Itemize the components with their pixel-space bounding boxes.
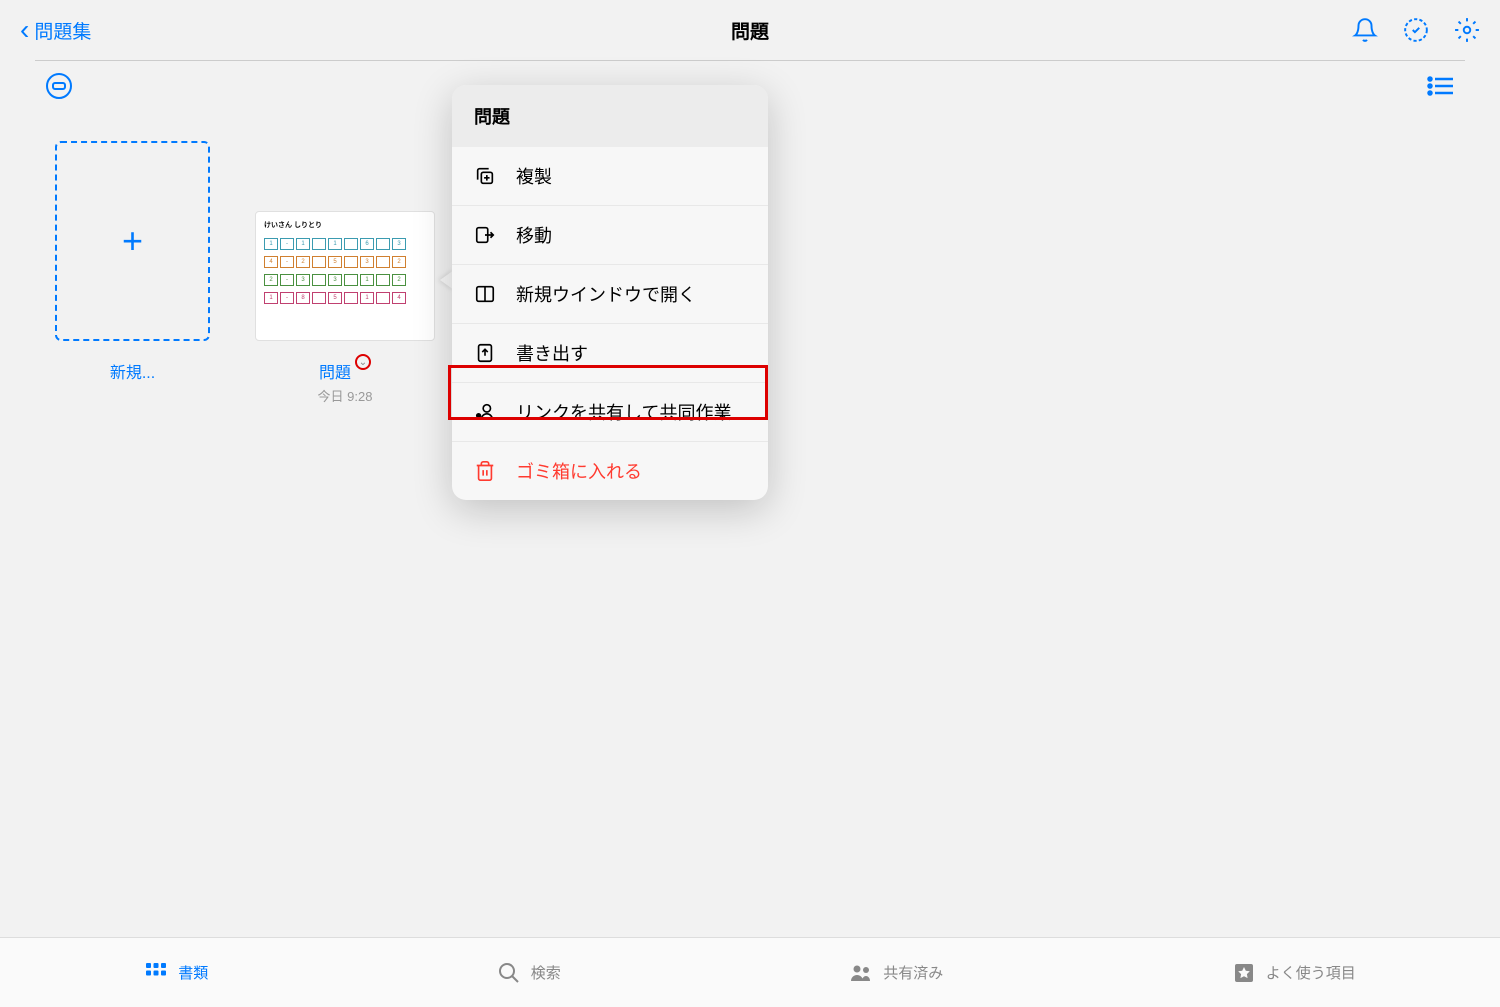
people-icon xyxy=(849,961,873,985)
check-circle-icon[interactable] xyxy=(1403,17,1429,43)
tab-label: 共有済み xyxy=(883,962,943,983)
menu-duplicate[interactable]: 複製 xyxy=(452,147,768,206)
menu-label: リンクを共有して共同作業 xyxy=(516,399,731,425)
dropdown-indicator[interactable]: ⌄ xyxy=(355,354,371,370)
back-button[interactable]: ‹ 問題集 xyxy=(20,14,91,46)
document-thumbnail: けいさん しりとり 1-1163 4-2532 2-3312 1-8514 xyxy=(255,211,435,341)
tab-favorites[interactable]: よく使う項目 xyxy=(1232,961,1356,985)
document-name: 問題 xyxy=(319,359,351,383)
tab-label: 検索 xyxy=(531,962,561,983)
bell-icon[interactable] xyxy=(1352,17,1378,43)
header-actions xyxy=(1352,17,1480,43)
tab-documents[interactable]: 書類 xyxy=(144,961,208,985)
search-icon xyxy=(497,961,521,985)
document-date: 今日 9:28 xyxy=(318,386,373,405)
inbox-icon[interactable] xyxy=(45,72,73,100)
tab-label: 書類 xyxy=(178,962,208,983)
menu-move[interactable]: 移動 xyxy=(452,206,768,265)
chevron-down-icon: ⌄ xyxy=(359,357,367,368)
duplicate-icon xyxy=(474,165,496,187)
menu-new-window[interactable]: 新規ウインドウで開く xyxy=(452,265,768,324)
context-menu: 問題 複製 移動 新規ウインドウで開く 書き出す リンクを共有して共同作業 ゴミ… xyxy=(452,85,768,500)
move-icon xyxy=(474,224,496,246)
menu-label: 複製 xyxy=(516,163,552,189)
menu-trash[interactable]: ゴミ箱に入れる xyxy=(452,442,768,500)
share-person-icon xyxy=(474,401,496,423)
chevron-left-icon: ‹ xyxy=(20,14,29,46)
header: ‹ 問題集 問題 xyxy=(0,0,1500,60)
tab-shared[interactable]: 共有済み xyxy=(849,961,943,985)
tab-search[interactable]: 検索 xyxy=(497,961,561,985)
menu-title: 問題 xyxy=(452,85,768,147)
menu-share-collaborate[interactable]: リンクを共有して共同作業 xyxy=(452,383,768,442)
document-tile[interactable]: けいさん しりとり 1-1163 4-2532 2-3312 1-8514 問題… xyxy=(255,141,435,405)
menu-label: 書き出す xyxy=(516,340,588,366)
plus-icon: + xyxy=(122,220,143,262)
menu-label: ゴミ箱に入れる xyxy=(516,458,642,484)
new-window-icon xyxy=(474,283,496,305)
back-label: 問題集 xyxy=(34,17,91,44)
export-icon xyxy=(474,342,496,364)
menu-label: 新規ウインドウで開く xyxy=(516,281,696,307)
grid-icon xyxy=(144,961,168,985)
new-document-tile[interactable]: + 新規... xyxy=(55,141,210,405)
trash-icon xyxy=(474,460,496,482)
bottom-tab-bar: 書類 検索 共有済み よく使う項目 xyxy=(0,937,1500,1007)
list-icon[interactable] xyxy=(1427,72,1455,100)
star-icon xyxy=(1232,961,1256,985)
gear-icon[interactable] xyxy=(1454,17,1480,43)
new-label: 新規... xyxy=(110,359,155,383)
tab-label: よく使う項目 xyxy=(1266,962,1356,983)
menu-export[interactable]: 書き出す xyxy=(452,324,768,383)
page-title: 問題 xyxy=(731,17,769,44)
menu-label: 移動 xyxy=(516,222,552,248)
